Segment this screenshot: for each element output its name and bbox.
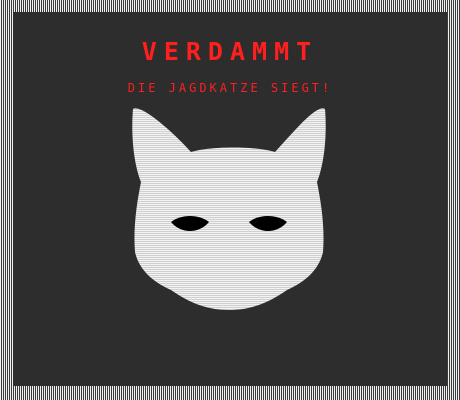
bottom-scanline-border: [0, 385, 460, 400]
cat-head-icon: [132, 108, 326, 310]
cat-silhouette: [132, 108, 326, 310]
game-over-panel: VERDAMMT DIE JAGDKATZE SIEGT!: [13, 12, 447, 386]
game-over-screen: VERDAMMT DIE JAGDKATZE SIEGT!: [0, 0, 460, 400]
